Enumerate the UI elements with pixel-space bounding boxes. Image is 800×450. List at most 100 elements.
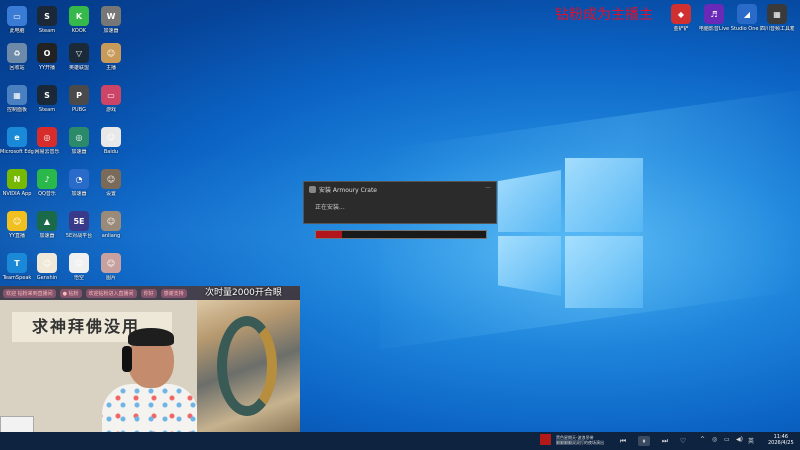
- desktop-icon[interactable]: ♬ 电脑影音Live: [697, 4, 731, 32]
- next-icon[interactable]: ⏭: [660, 436, 670, 446]
- desktop-icon[interactable]: ☺ 主播: [94, 43, 128, 71]
- clock[interactable]: 11:46 2026/4/25: [768, 434, 794, 446]
- app-icon: ♬: [704, 4, 724, 24]
- desktop-icon[interactable]: ☺ anliang: [94, 211, 128, 239]
- armoury-crate-icon: [309, 186, 316, 193]
- album-cover: [540, 434, 551, 445]
- desktop-icon[interactable]: ▦ 控制面板: [0, 85, 34, 113]
- pause-icon[interactable]: ⏸: [638, 436, 650, 446]
- desktop-icon[interactable]: ☺ YY直播: [0, 211, 34, 239]
- tray-chevron-icon[interactable]: ^: [700, 436, 705, 443]
- app-icon: e: [7, 127, 27, 147]
- app-icon: N: [7, 169, 27, 189]
- app-icon: S: [37, 85, 57, 105]
- app-icon: ◆: [671, 4, 691, 24]
- desktop-icon[interactable]: ▲ 加速器: [30, 211, 64, 239]
- desktop-icon-label: TeamSpeak: [2, 275, 32, 281]
- desktop-icon[interactable]: ◎ 网易云音乐: [30, 127, 64, 155]
- desktop-icon-label: 图片: [105, 275, 116, 281]
- overlay-top-text: 次时量2000开合眼: [205, 288, 282, 298]
- install-status: 正在安装...: [315, 204, 345, 211]
- ime-indicator[interactable]: 英: [748, 436, 754, 445]
- desktop-icon[interactable]: W 加速器: [94, 6, 128, 34]
- desktop-icon[interactable]: ▭ 此电脑: [0, 6, 34, 34]
- desktop-icon-label: QQ音乐: [38, 191, 56, 197]
- desktop-icon-label: Genshin: [36, 275, 58, 281]
- desktop-icon-label: 金铲铲: [673, 26, 689, 32]
- desktop-icon[interactable]: 5E 5E对战平台: [62, 211, 96, 239]
- desktop-icon[interactable]: ◆ 金铲铲: [664, 4, 698, 32]
- app-icon: ☺: [101, 127, 121, 147]
- chat-item: 欢迎 钻粉来到直播间: [3, 288, 56, 298]
- desktop-icon-label: anliang: [101, 233, 121, 239]
- desktop-icon-label: KOOK: [71, 28, 87, 34]
- desktop-icon-label: PUBG: [72, 107, 86, 113]
- desktop-icon-label: 回收站: [9, 65, 25, 71]
- install-progress-bar: [315, 230, 487, 239]
- desktop-icon[interactable]: N NVIDIA App: [0, 169, 34, 197]
- desktop-icon[interactable]: ◎ 加速器: [62, 127, 96, 155]
- previous-icon[interactable]: ⏮: [618, 436, 628, 446]
- desktop-icon[interactable]: ◔ 加速器: [62, 169, 96, 197]
- desktop-icon-label: 5E对战平台: [65, 233, 93, 239]
- desktop-icon-label: 设置: [105, 191, 116, 197]
- streamer-video: [98, 328, 198, 432]
- desktop-icon-label: Steam: [38, 28, 56, 34]
- desktop-icon-label: 加速器: [71, 149, 87, 155]
- desktop-icon[interactable]: ▽ 英雄联盟: [62, 43, 96, 71]
- desktop-icon[interactable]: O YY开播: [30, 43, 64, 71]
- network-icon[interactable]: ▭: [724, 436, 730, 443]
- desktop-icon[interactable]: K KOOK: [62, 6, 96, 34]
- heart-icon[interactable]: ♡: [678, 436, 688, 446]
- tray-app-icon[interactable]: ◎: [712, 436, 717, 443]
- desktop-icon[interactable]: S Steam: [30, 85, 64, 113]
- streamer-overlay-text: 钻粉成为主播主: [555, 7, 653, 23]
- desktop-icon[interactable]: ☺ 设置: [94, 169, 128, 197]
- desktop-icon-label: 四川音频工具箱: [760, 26, 794, 32]
- dialog-title: 安装 Armoury Crate: [319, 187, 377, 194]
- desktop-icon[interactable]: ♻ 回收站: [0, 43, 34, 71]
- installer-dialog[interactable]: 安装 Armoury Crate — 正在安装...: [303, 181, 497, 239]
- desktop-icon-label: 悟空: [73, 275, 84, 281]
- app-icon: 5E: [69, 211, 89, 231]
- app-icon: ▭: [7, 6, 27, 26]
- desktop-icon[interactable]: ☺ Genshin: [30, 253, 64, 281]
- desktop-icon-label: NVIDIA App: [2, 191, 32, 197]
- desktop-icon-label: 游戏: [105, 107, 116, 113]
- desktop-icon[interactable]: ☺ 图片: [94, 253, 128, 281]
- app-icon: ☺: [101, 253, 121, 273]
- close-icon[interactable]: —: [485, 184, 491, 191]
- volume-icon[interactable]: ◀): [736, 436, 743, 443]
- desktop-icon[interactable]: ☺ 悟空: [62, 253, 96, 281]
- app-icon: ▦: [7, 85, 27, 105]
- app-icon: ◔: [69, 169, 89, 189]
- app-icon: ☺: [69, 253, 89, 273]
- desktop-icon-label: Baidu: [103, 149, 119, 155]
- desktop-icon[interactable]: ☺ Baidu: [94, 127, 128, 155]
- desktop-icon[interactable]: ♪ QQ音乐: [30, 169, 64, 197]
- app-icon: ☺: [101, 169, 121, 189]
- chat-item: ● 钻粉: [59, 288, 82, 298]
- chat-item: 你好: [140, 288, 157, 298]
- desktop-icon[interactable]: e Microsoft Edge: [0, 127, 34, 155]
- desktop-icon[interactable]: P PUBG: [62, 85, 96, 113]
- app-icon: ◎: [37, 127, 57, 147]
- desktop-icon-label: 此电脑: [9, 28, 25, 34]
- desktop-icon-label: 电脑影音Live: [698, 26, 730, 32]
- clock-date: 2026/4/25: [768, 440, 794, 446]
- desktop-icon-label: 网易云音乐: [34, 149, 60, 155]
- app-icon: ☺: [37, 253, 57, 273]
- desktop-icon[interactable]: S Steam: [30, 6, 64, 34]
- app-icon: K: [69, 6, 89, 26]
- desktop-icon-label: 控制面板: [6, 107, 27, 113]
- desktop-icon[interactable]: T TeamSpeak: [0, 253, 34, 281]
- music-widget[interactable]: 黑色星期天-波浪吊带 翻翻翻翻双双打的夜场演出: [540, 434, 604, 445]
- desktop-icon[interactable]: ◢ Studio One 7: [730, 4, 764, 32]
- desktop-icon[interactable]: ▭ 游戏: [94, 85, 128, 113]
- app-icon: W: [101, 6, 121, 26]
- desktop-icon[interactable]: ▦ 四川音频工具箱: [760, 4, 794, 32]
- app-icon: ☺: [101, 43, 121, 63]
- desktop-icon-label: 主播: [105, 65, 116, 71]
- app-icon: ▭: [101, 85, 121, 105]
- desktop-icon-label: YY直播: [8, 233, 26, 239]
